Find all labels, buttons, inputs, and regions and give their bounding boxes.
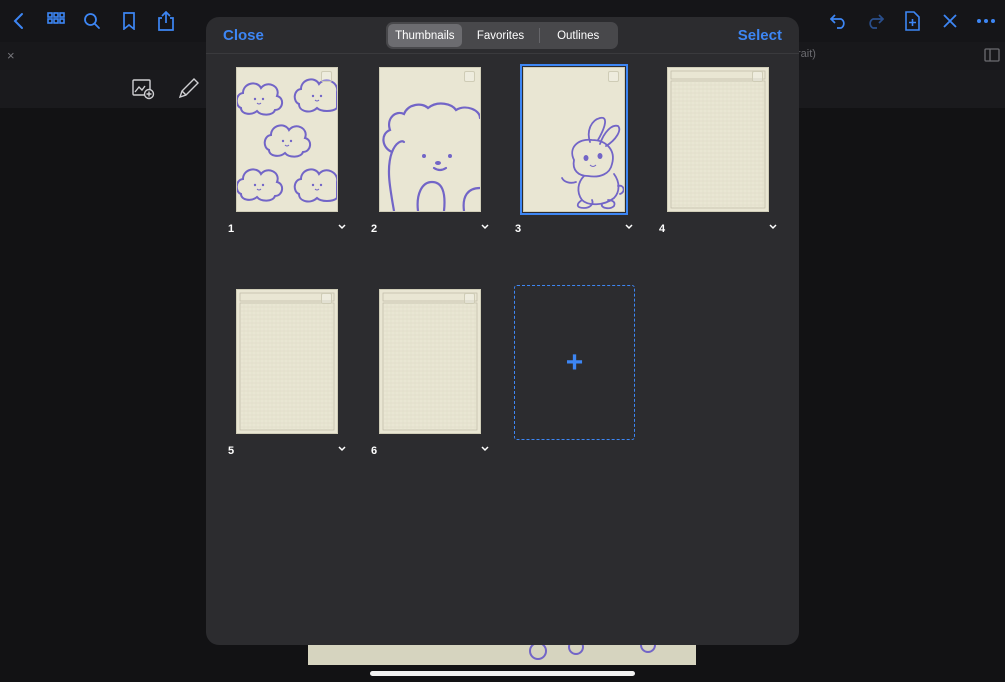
thumbnail-grid: 1 2 3 4 5 6 + — [206, 54, 799, 645]
add-page-icon[interactable] — [899, 8, 925, 34]
document-page-peek — [308, 645, 696, 665]
tab-outlines[interactable]: Outlines — [540, 24, 616, 47]
grid-paper-art — [382, 292, 478, 431]
page-select-checkbox[interactable] — [321, 71, 332, 82]
page-select-checkbox[interactable] — [464, 71, 475, 82]
page-number: 3 — [515, 223, 522, 235]
page-options-chevron-icon[interactable] — [623, 220, 635, 234]
page-thumbnail[interactable] — [236, 289, 338, 434]
page-options-chevron-icon[interactable] — [336, 220, 348, 234]
redo-icon[interactable] — [862, 8, 888, 34]
page-select-checkbox[interactable] — [752, 71, 763, 82]
page-thumbnail[interactable] — [520, 64, 628, 215]
image-tool-icon[interactable] — [130, 76, 156, 102]
clouds-pattern-art — [237, 78, 337, 203]
app-root: × rait) Close Thumbnails Favorites Outli… — [0, 0, 1005, 682]
page-cell: 1 — [226, 54, 346, 244]
grid-view-icon[interactable] — [43, 8, 69, 34]
home-indicator — [370, 671, 635, 676]
page-thumbnail[interactable] — [236, 67, 338, 212]
bear-outline-art — [382, 102, 480, 211]
page-options-chevron-icon[interactable] — [479, 442, 491, 456]
page-options-chevron-icon[interactable] — [479, 220, 491, 234]
page-select-checkbox[interactable] — [464, 293, 475, 304]
page-thumbnail[interactable] — [379, 289, 481, 434]
bookmark-icon[interactable] — [116, 8, 142, 34]
add-page-button[interactable]: + — [514, 285, 635, 440]
page-select-checkbox[interactable] — [608, 71, 619, 82]
search-icon[interactable] — [79, 8, 105, 34]
page-thumbnail[interactable] — [667, 67, 769, 212]
close-x-icon[interactable] — [937, 8, 963, 34]
page-cell: 4 — [657, 54, 777, 244]
page-cell: 5 — [226, 276, 346, 466]
close-button[interactable]: Close — [223, 27, 264, 44]
tab-thumbnails[interactable]: Thumbnails — [388, 24, 462, 47]
grid-paper-art — [239, 292, 335, 431]
page-cell: 2 — [369, 54, 489, 244]
page-cell: 6 — [369, 276, 489, 466]
page-thumbnail[interactable] — [379, 67, 481, 212]
tab-close-button[interactable]: × — [7, 48, 15, 63]
grid-paper-art — [670, 70, 766, 209]
page-thumbnails-modal: Close Thumbnails Favorites Outlines Sele… — [206, 17, 799, 645]
share-icon[interactable] — [153, 8, 179, 34]
bunny-outline-art — [561, 116, 624, 210]
page-select-checkbox[interactable] — [321, 293, 332, 304]
undo-icon[interactable] — [826, 8, 852, 34]
page-options-chevron-icon[interactable] — [767, 220, 779, 234]
select-button[interactable]: Select — [738, 27, 782, 44]
more-icon[interactable] — [973, 8, 999, 34]
page-number: 1 — [228, 223, 235, 235]
page-number: 5 — [228, 445, 235, 457]
pen-tool-icon[interactable] — [175, 76, 201, 102]
sidebar-panel-icon[interactable] — [984, 48, 1000, 67]
modal-header: Close Thumbnails Favorites Outlines Sele… — [206, 17, 799, 54]
page-cell: 3 — [513, 54, 633, 244]
tab-favorites[interactable]: Favorites — [462, 24, 540, 47]
page-number: 2 — [371, 223, 378, 235]
page-options-chevron-icon[interactable] — [336, 442, 348, 456]
view-segmented-control: Thumbnails Favorites Outlines — [386, 22, 618, 49]
plus-icon: + — [565, 345, 584, 379]
page-number: 6 — [371, 445, 378, 457]
tab-title[interactable]: rait) — [797, 48, 816, 60]
back-chevron-icon[interactable] — [6, 8, 32, 34]
page-number: 4 — [659, 223, 666, 235]
